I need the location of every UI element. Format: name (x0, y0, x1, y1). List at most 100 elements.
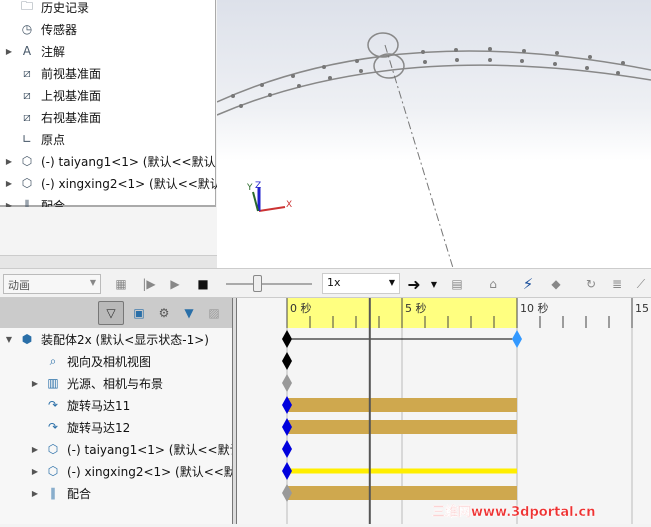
motion-tree-label: 旋转马达11 (67, 398, 131, 413)
part-icon: ⬡ (47, 442, 59, 456)
tick-label: 5 秒 (405, 301, 427, 315)
graphics-viewport[interactable]: X Y Z (216, 0, 651, 269)
feature-tree-item[interactable]: ▶ A 注解 (4, 40, 65, 62)
autokey-icon[interactable]: ⚡ (517, 274, 539, 294)
watermark: 三维网www.3dportal.cn (432, 505, 596, 520)
feature-tree-item[interactable]: ◷ 传感器 (4, 18, 77, 40)
horizontal-scrollbar[interactable] (0, 255, 217, 268)
expand-arrow-icon[interactable]: ▶ (30, 379, 40, 388)
feature-tree-label: (-) taiyang1<1> (默认<<默认 (41, 154, 216, 169)
add-key-icon[interactable]: ◆ (545, 274, 567, 294)
spring-icon[interactable]: ≣ (606, 274, 628, 294)
timeline-area[interactable]: 0 秒 5 秒 10 秒 15 秒 (237, 298, 651, 524)
motion-tree-item[interactable]: ↷ 旋转马达12 (30, 416, 130, 438)
keyframe-diamond[interactable] (282, 330, 292, 348)
feature-tree-label: 上视基准面 (41, 88, 102, 103)
chevron-down-icon: ▼ (89, 278, 96, 287)
motion-tree-item[interactable]: ▶ ⬡ (-) xingxing2<1> (默认<<默 (30, 460, 236, 482)
motion-tree-item[interactable]: ↷ 旋转马达11 (30, 394, 130, 416)
playback-mode-icon[interactable]: ➜ (404, 274, 424, 294)
motion-tree-label: 装配体2x (默认<显示状态-1>) (41, 332, 209, 347)
triad-z-label: Z (255, 181, 262, 191)
part-icon: ⬡ (47, 464, 59, 478)
sensor-folder-icon: ◷ (21, 22, 33, 36)
motion-tree-item[interactable]: ▶ ∥ 配合 (30, 482, 91, 504)
study-type-value: 动画 (8, 279, 30, 292)
expand-arrow-icon[interactable]: ▶ (4, 157, 14, 166)
feature-tree-item[interactable]: ∟ 原点 (4, 128, 65, 150)
motion-tree-item[interactable]: ▼ ⬢ 装配体2x (默认<显示状态-1>) (4, 328, 209, 350)
motion-tree-label: 配合 (67, 486, 92, 501)
chevron-down-icon: ▼ (388, 278, 395, 287)
filter-driving-icon[interactable]: ▣ (128, 303, 150, 323)
keyframe-diamond[interactable] (282, 462, 292, 480)
motion-study-toolbar: 动画 ▼ ▦ |▶ ▶ ■ 1x ▼ ➜ ▼ ▤ ⌂ ⚡ ◆ ↻ ≣ ⟋ (0, 268, 651, 298)
timeline-bar (287, 338, 517, 340)
expand-arrow-icon[interactable]: ▶ (30, 445, 40, 454)
expand-arrow-icon[interactable]: ▶ (30, 489, 40, 498)
rotary-motor-icon: ↷ (47, 420, 59, 434)
keyframe-diamond[interactable] (282, 440, 292, 458)
filter-chart-icon[interactable]: ▨ (203, 303, 225, 323)
feature-tree-item[interactable]: ▶ ⬡ (-) taiyang1<1> (默认<<默认 (4, 150, 216, 172)
play-from-start-icon[interactable]: |▶ (140, 274, 158, 294)
feature-tree-item[interactable]: ⧄ 前视基准面 (4, 62, 101, 84)
animation-wizard-icon[interactable]: ⌂ (482, 274, 504, 294)
origin-icon: ∟ (21, 132, 33, 146)
expand-arrow-icon[interactable]: ▶ (4, 47, 14, 56)
feature-tree-label: 原点 (41, 132, 66, 147)
tick-label: 15 秒 (635, 301, 651, 315)
stop-icon[interactable]: ■ (194, 274, 212, 294)
motion-tree-label: 旋转马达12 (67, 420, 131, 435)
keyframe-diamond[interactable] (282, 374, 292, 392)
feature-tree-label: (-) xingxing2<1> (默认<<默认 (41, 176, 222, 191)
feature-tree-label: 传感器 (41, 22, 78, 37)
expand-arrow-icon[interactable]: ▼ (4, 335, 14, 344)
save-animation-icon[interactable]: ▤ (446, 274, 468, 294)
expand-arrow-icon[interactable]: ▶ (4, 179, 14, 188)
slider-thumb[interactable] (253, 275, 262, 292)
filter-bar: ▽ ▣ ⚙ ▼ ▨ (0, 298, 234, 328)
motion-tree-item[interactable]: ▶ ⬡ (-) taiyang1<1> (默认<<默认 (30, 438, 242, 460)
keyframe-diamond[interactable] (282, 352, 292, 370)
feature-tree-item[interactable]: 🗀 历史记录 (4, 0, 89, 18)
part-icon: ⬡ (21, 176, 33, 190)
filter-selected-icon[interactable]: ⚙ (153, 303, 175, 323)
keyframe-diamond[interactable] (512, 330, 522, 348)
speed-value: 1x (327, 276, 341, 289)
model-sketch (216, 32, 651, 269)
plane-icon: ⧄ (23, 87, 31, 102)
feature-tree-item[interactable]: ▶ ⬡ (-) xingxing2<1> (默认<<默认 (4, 172, 222, 194)
expand-arrow-icon[interactable]: ▶ (30, 467, 40, 476)
motion-tree-item[interactable]: ⌕ 视向及相机视图 (30, 350, 151, 372)
motion-tree-label: (-) taiyang1<1> (默认<<默认 (67, 442, 242, 457)
tick-label: 10 秒 (520, 301, 549, 315)
camera-view-icon: ⌕ (49, 353, 57, 368)
mates-icon: ∥ (50, 486, 56, 500)
motion-tree-label: (-) xingxing2<1> (默认<<默 (67, 464, 236, 479)
timeline-bar (287, 468, 517, 474)
calculate-icon[interactable]: ▦ (110, 274, 132, 294)
feature-tree-item[interactable]: ⧄ 上视基准面 (4, 84, 101, 106)
annotation-folder-icon: A (22, 44, 32, 58)
lights-folder-icon: ▥ (47, 376, 59, 390)
speed-dropdown[interactable]: 1x ▼ (322, 273, 400, 294)
feature-tree-label: 历史记录 (41, 0, 90, 15)
playback-slider[interactable] (226, 275, 312, 292)
feature-tree-item[interactable]: ⧄ 右视基准面 (4, 106, 101, 128)
feature-tree-label: 前视基准面 (41, 66, 102, 81)
feature-tree: 🗀 历史记录 ◷ 传感器 ▶ A 注解 ⧄ 前视基准面 ⧄ 上视基准面 ⧄ 右视基准面 ∟ 原点 ▶ ⬡ (-) … (0, 0, 222, 213)
filter-animated-icon[interactable]: ▽ (98, 301, 124, 325)
motion-tree-item[interactable]: ▶ ▥ 光源、相机与布景 (30, 372, 163, 394)
study-type-dropdown[interactable]: 动画 ▼ (3, 274, 101, 294)
chevron-down-icon[interactable]: ▼ (428, 274, 440, 294)
triad-x-label: X (286, 200, 293, 210)
motion-tree-label: 视向及相机视图 (67, 354, 152, 369)
motion-tree-label: 光源、相机与布景 (67, 376, 164, 391)
motor-icon[interactable]: ↻ (580, 274, 602, 294)
filter-results-icon[interactable]: ▼ (178, 303, 200, 323)
timeline-svg: 0 秒 5 秒 10 秒 15 秒 (282, 298, 651, 524)
plane-icon: ⧄ (23, 109, 31, 124)
play-icon[interactable]: ▶ (166, 274, 184, 294)
damper-icon[interactable]: ⟋ (632, 274, 650, 294)
